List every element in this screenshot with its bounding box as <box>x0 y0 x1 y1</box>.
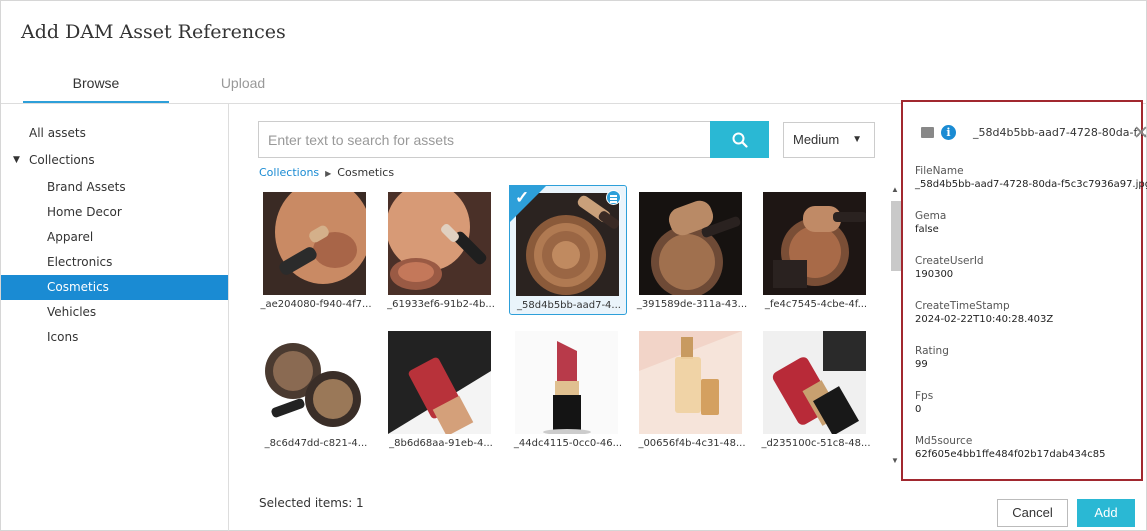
details-properties: FileName _58d4b5bb-aad7-4728-80da-f5c3c79… <box>915 165 1147 480</box>
asset-tile[interactable]: _00656f4b-4c31-48... <box>633 324 751 454</box>
search-button[interactable] <box>710 121 769 158</box>
asset-thumbnail <box>639 192 742 295</box>
sidebar-item-electronics[interactable]: Electronics <box>7 250 227 275</box>
asset-tile[interactable]: _d235100c-51c8-48... <box>757 324 875 454</box>
property-key: Md5source <box>915 435 973 447</box>
details-header: i _58d4b5bb-aad7-4728-80da-f... ✕ <box>921 123 1147 144</box>
asset-tile[interactable]: _ae204080-f940-4f7... <box>257 185 375 315</box>
size-select-value: Medium <box>793 132 840 147</box>
asset-thumbnail <box>763 331 866 434</box>
sidebar-item-brand-assets[interactable]: Brand Assets <box>7 175 227 200</box>
asset-thumbnail <box>763 192 866 295</box>
search-input[interactable] <box>259 122 710 157</box>
search-icon <box>732 132 748 148</box>
breadcrumb-current: Cosmetics <box>337 166 395 179</box>
property-row: Rating 99 <box>915 345 1140 390</box>
info-icon[interactable]: i <box>941 125 956 140</box>
asset-caption: _d235100c-51c8-48... <box>761 438 871 449</box>
scroll-up-icon[interactable]: ▲ <box>891 185 899 194</box>
asset-tile[interactable]: _391589de-311a-43... <box>633 185 751 315</box>
property-row: Fps 0 <box>915 390 1140 435</box>
asset-caption: _61933ef6-91b2-4b... <box>387 299 495 310</box>
property-row: CreateTimeStamp 2024-02-22T10:40:28.403Z <box>915 300 1140 345</box>
asset-details-panel: i _58d4b5bb-aad7-4728-80da-f... ✕ FileNa… <box>901 100 1147 481</box>
property-value: 190300 <box>915 269 954 280</box>
property-key: CreateTimeStamp <box>915 300 1010 312</box>
sidebar-item-collections[interactable]: ▼ Collections <box>7 148 227 173</box>
property-row: Md5source 62f605e4bb1ffe484f02b17dab434c8… <box>915 435 1140 480</box>
caret-down-icon[interactable]: ▼ <box>13 148 20 173</box>
property-value: 99 <box>915 359 928 370</box>
asset-menu-icon[interactable] <box>606 190 621 205</box>
property-key: Gema <box>915 210 947 222</box>
asset-caption: _fe4c7545-4cbe-4f... <box>764 299 868 310</box>
scroll-down-icon[interactable]: ▼ <box>891 456 899 465</box>
asset-caption: _ae204080-f940-4f7... <box>260 299 372 310</box>
sidebar-item-cosmetics[interactable]: Cosmetics <box>1 275 228 300</box>
breadcrumb-separator-icon: ▶ <box>325 169 332 178</box>
breadcrumb-collections-link[interactable]: Collections <box>259 166 319 179</box>
thumbnail-size-select[interactable]: Medium ▼ <box>783 122 875 158</box>
property-value: 2024-02-22T10:40:28.403Z <box>915 314 1054 325</box>
sidebar: All assets ▼ Collections Brand Assets Ho… <box>1 104 229 531</box>
cancel-button[interactable]: Cancel <box>997 499 1068 527</box>
asset-caption: _8b6d68aa-91eb-4... <box>389 438 493 449</box>
property-key: FileName <box>915 165 964 177</box>
asset-thumbnail <box>263 192 366 295</box>
sidebar-item-vehicles[interactable]: Vehicles <box>7 300 227 325</box>
asset-thumbnail <box>388 192 491 295</box>
asset-thumbnail <box>388 331 491 434</box>
asset-tile[interactable]: _8c6d47dd-c821-4... <box>257 324 375 454</box>
sidebar-item-apparel[interactable]: Apparel <box>7 225 227 250</box>
asset-caption: _8c6d47dd-c821-4... <box>264 438 368 449</box>
asset-caption: _58d4b5bb-aad7-4... <box>517 300 621 311</box>
property-value: false <box>915 224 939 235</box>
tab-upload[interactable]: Upload <box>205 75 281 91</box>
close-icon[interactable]: ✕ <box>1133 122 1147 145</box>
asset-tile[interactable]: _44dc4115-0cc0-46... <box>509 324 627 454</box>
sidebar-item-all-assets[interactable]: All assets <box>7 121 227 146</box>
asset-tile[interactable]: _61933ef6-91b2-4b... <box>382 185 500 315</box>
scrollbar-thumb[interactable] <box>891 201 901 271</box>
property-value: 0 <box>915 404 922 415</box>
property-row: FileName _58d4b5bb-aad7-4728-80da-f5c3c79… <box>915 165 1147 210</box>
asset-caption: _44dc4115-0cc0-46... <box>513 438 623 449</box>
property-key: Fps <box>915 390 934 402</box>
asset-thumbnail <box>263 331 366 434</box>
asset-tile[interactable]: _fe4c7545-4cbe-4f... <box>757 185 875 315</box>
property-row: Gema false <box>915 210 1140 255</box>
asset-tile[interactable]: _8b6d68aa-91eb-4... <box>382 324 500 454</box>
selected-items-count: Selected items: 1 <box>259 496 364 510</box>
property-row: CreateUserId 190300 <box>915 255 1140 300</box>
add-button[interactable]: Add <box>1077 499 1135 527</box>
tab-browse[interactable]: Browse <box>23 75 169 91</box>
property-key: Rating <box>915 345 949 357</box>
image-icon <box>921 127 934 138</box>
asset-thumbnail <box>515 331 618 434</box>
chevron-down-icon: ▼ <box>852 134 862 145</box>
asset-tile-selected[interactable]: ✓ _58d4b5bb-aad7-4... <box>509 185 627 315</box>
sidebar-item-icons[interactable]: Icons <box>7 325 227 350</box>
breadcrumb: Collections ▶ Cosmetics <box>259 166 394 179</box>
asset-caption: _00656f4b-4c31-48... <box>638 438 746 449</box>
dialog: Add DAM Asset References Browse Upload A… <box>0 0 1147 531</box>
dialog-title: Add DAM Asset References <box>21 21 286 43</box>
details-title: _58d4b5bb-aad7-4728-80da-f... <box>973 126 1147 139</box>
checkmark-icon: ✓ <box>515 188 530 207</box>
property-key: CreateUserId <box>915 255 984 267</box>
property-value: 62f605e4bb1ffe484f02b17dab434c85 <box>915 449 1106 460</box>
asset-caption: _391589de-311a-43... <box>636 299 748 310</box>
asset-thumbnail <box>639 331 742 434</box>
property-value: _58d4b5bb-aad7-4728-80da-f5c3c7936a97.jp… <box>915 179 1147 190</box>
sidebar-item-home-decor[interactable]: Home Decor <box>7 200 227 225</box>
search-field <box>258 121 710 158</box>
